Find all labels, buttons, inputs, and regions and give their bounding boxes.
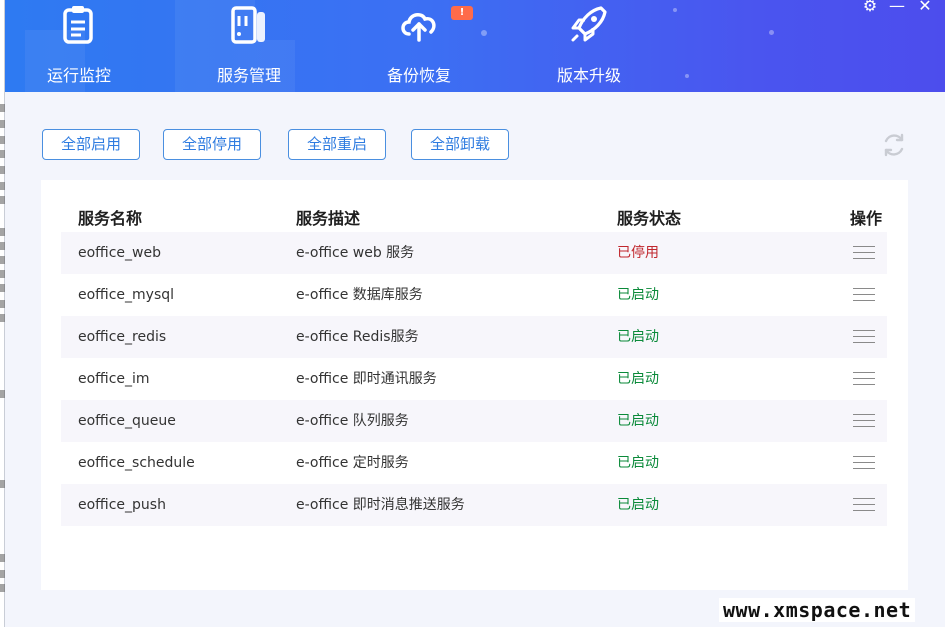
header-decoration <box>673 8 677 12</box>
service-status-badge: 已启动 <box>617 329 659 345</box>
service-status-badge: 已启动 <box>617 413 659 429</box>
service-description-cell: e-office 即时消息推送服务 <box>296 497 465 513</box>
menu-icon-line <box>853 414 875 415</box>
menu-icon-line <box>853 504 875 505</box>
table-row[interactable]: eoffice_redis e-office Redis服务 已启动 <box>61 316 887 358</box>
table-row[interactable]: eoffice_mysql e-office 数据库服务 已启动 <box>61 274 887 316</box>
table-row[interactable]: eoffice_web e-office web 服务 已停用 <box>61 232 887 274</box>
nav-label-upgrade: 版本升级 <box>556 66 621 85</box>
nav-label-backup: 备份恢复 <box>386 66 451 85</box>
service-description-cell: e-office 数据库服务 <box>296 287 423 303</box>
menu-icon-line <box>853 252 875 253</box>
service-description-cell: e-office 即时通讯服务 <box>296 371 437 387</box>
refresh-icon[interactable] <box>881 132 907 158</box>
service-name-cell: eoffice_queue <box>78 413 176 429</box>
menu-icon-line <box>853 462 875 463</box>
clipboard-icon <box>63 6 93 44</box>
service-status-badge: 已启动 <box>617 455 659 471</box>
table-row[interactable]: eoffice_push e-office 即时消息推送服务 已启动 <box>61 484 887 526</box>
service-name-cell: eoffice_push <box>78 497 166 513</box>
row-menu-icon[interactable] <box>853 414 875 428</box>
server-icon <box>231 6 265 44</box>
menu-icon-line <box>853 510 875 511</box>
disable-all-button[interactable]: 全部停用 <box>163 129 261 160</box>
service-name-cell: eoffice_redis <box>78 329 167 345</box>
column-header-description: 服务描述 <box>296 209 361 228</box>
menu-icon-line <box>853 288 875 289</box>
table-row[interactable]: eoffice_schedule e-office 定时服务 已启动 <box>61 442 887 484</box>
enable-all-button[interactable]: 全部启用 <box>42 129 140 160</box>
settings-icon[interactable]: ⚙ <box>860 0 880 14</box>
nav-item-upgrade[interactable]: 版本升级 <box>524 0 654 92</box>
menu-icon-line <box>853 258 875 259</box>
menu-icon-line <box>853 342 875 343</box>
row-menu-icon[interactable] <box>853 246 875 260</box>
cloud-upload-icon <box>401 13 436 42</box>
rocket-icon <box>571 6 607 42</box>
menu-icon-line <box>853 420 875 421</box>
menu-icon-line <box>853 456 875 457</box>
restart-all-button[interactable]: 全部重启 <box>288 129 386 160</box>
service-status-badge: 已启动 <box>617 287 659 303</box>
service-name-cell: eoffice_schedule <box>78 455 195 471</box>
row-menu-icon[interactable] <box>853 288 875 302</box>
service-name-cell: eoffice_im <box>78 371 150 387</box>
nav-label-services: 服务管理 <box>216 66 281 85</box>
close-button[interactable]: ✕ <box>915 0 935 14</box>
row-menu-icon[interactable] <box>853 498 875 512</box>
service-description-cell: e-office 队列服务 <box>296 413 409 429</box>
service-description-cell: e-office Redis服务 <box>296 329 419 345</box>
menu-icon-line <box>853 246 875 247</box>
menu-icon-line <box>853 336 875 337</box>
app-window: 运行监控 服务管理 备份恢复 ! 版本升级 ⚙ — ✕ 全部启用 全部停用 全部… <box>5 0 945 627</box>
menu-icon-line <box>853 468 875 469</box>
menu-icon-line <box>853 426 875 427</box>
service-name-cell: eoffice_mysql <box>78 287 175 303</box>
table-row[interactable]: eoffice_im e-office 即时通讯服务 已启动 <box>61 358 887 400</box>
header-decoration <box>685 74 689 78</box>
watermark-text: www.xmspace.net <box>719 598 916 622</box>
nav-label-monitor: 运行监控 <box>46 66 111 85</box>
service-name-cell: eoffice_web <box>78 245 161 261</box>
menu-icon-line <box>853 498 875 499</box>
menu-icon-line <box>853 300 875 301</box>
service-status-badge: 已启动 <box>617 497 659 513</box>
column-header-name: 服务名称 <box>78 209 143 228</box>
row-menu-icon[interactable] <box>853 372 875 386</box>
service-description-cell: e-office web 服务 <box>296 245 415 261</box>
header-decoration <box>769 30 774 35</box>
table-row[interactable]: eoffice_queue e-office 队列服务 已启动 <box>61 400 887 442</box>
menu-icon-line <box>853 372 875 373</box>
row-menu-icon[interactable] <box>853 456 875 470</box>
service-status-badge: 已启动 <box>617 371 659 387</box>
column-header-status: 服务状态 <box>617 209 682 228</box>
menu-icon-line <box>853 330 875 331</box>
notification-badge: ! <box>451 6 473 20</box>
service-description-cell: e-office 定时服务 <box>296 455 409 471</box>
nav-item-monitor[interactable]: 运行监控 <box>14 0 144 92</box>
menu-icon-line <box>853 294 875 295</box>
menu-icon-line <box>853 378 875 379</box>
row-menu-icon[interactable] <box>853 330 875 344</box>
nav-item-services[interactable]: 服务管理 <box>184 0 314 92</box>
menu-icon-line <box>853 384 875 385</box>
uninstall-all-button[interactable]: 全部卸载 <box>411 129 509 160</box>
service-status-badge: 已停用 <box>617 245 659 261</box>
minimize-button[interactable]: — <box>887 0 907 14</box>
services-table: 服务名称 服务描述 服务状态 操作 eoffice_web e-office we… <box>41 180 908 590</box>
column-header-actions: 操作 <box>850 209 883 228</box>
top-nav-bar: 运行监控 服务管理 备份恢复 ! 版本升级 ⚙ — ✕ <box>5 0 945 92</box>
